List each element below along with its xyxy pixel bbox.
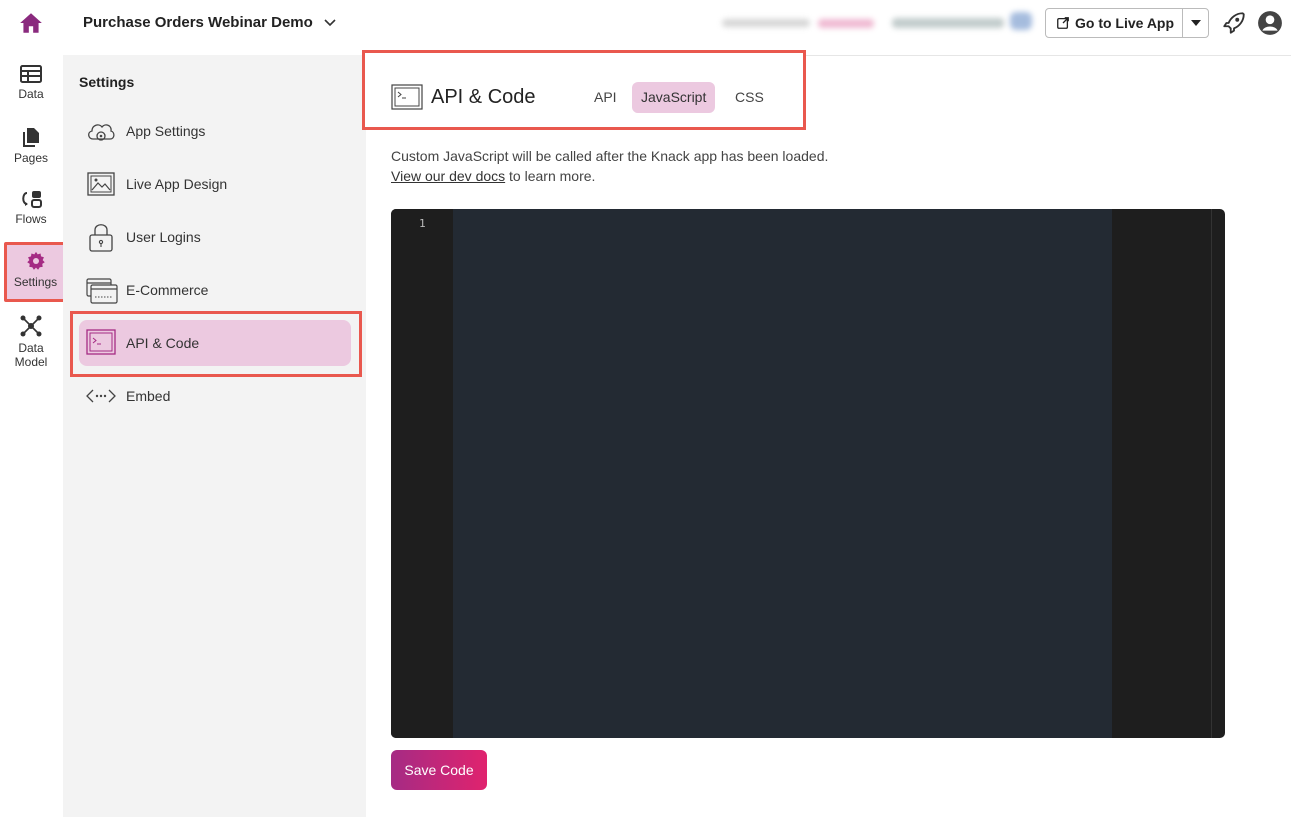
gear-icon <box>26 251 45 270</box>
external-link-icon <box>1057 17 1069 29</box>
rail-item-settings[interactable]: Settings <box>4 242 67 302</box>
editor-scrollbar[interactable] <box>1211 209 1212 738</box>
rail-item-pages[interactable]: Pages <box>0 127 62 165</box>
blurred-avatar <box>1010 12 1032 30</box>
save-code-button[interactable]: Save Code <box>391 750 487 790</box>
settings-sidebar: Settings App Settings Live App Design Us… <box>63 55 366 817</box>
page-title: API & Code <box>431 86 536 108</box>
description-rest: to learn more. <box>505 168 596 184</box>
highlight-frame <box>70 311 362 377</box>
rail-label: Data <box>18 87 44 101</box>
terminal-icon <box>391 84 423 110</box>
settings-item-label: E-Commerce <box>126 282 209 298</box>
app-title[interactable]: Purchase Orders Webinar Demo <box>83 14 313 31</box>
settings-heading: Settings <box>79 74 135 90</box>
rail-label: Pages <box>13 151 49 165</box>
description-text: View our dev docs to learn more. <box>391 168 595 184</box>
settings-item-app-settings[interactable]: App Settings <box>79 108 351 154</box>
go-to-live-app-label: Go to Live App <box>1075 15 1175 31</box>
table-icon <box>20 65 42 83</box>
flows-icon <box>22 191 42 208</box>
blurred-link <box>818 19 874 28</box>
settings-item-user-logins[interactable]: User Logins <box>79 214 351 260</box>
cloud-gear-icon <box>88 124 115 141</box>
rail-label: Flows <box>15 212 47 226</box>
blurred-text <box>722 19 810 27</box>
rail-label: Data Model <box>14 341 48 369</box>
tab-css[interactable]: CSS <box>726 82 773 113</box>
image-icon <box>87 172 115 196</box>
go-to-live-app-button[interactable]: Go to Live App <box>1045 8 1209 38</box>
rail-item-data-model[interactable]: Data Model <box>0 315 62 369</box>
rail-item-flows[interactable]: Flows <box>0 190 62 226</box>
description-text: Custom JavaScript will be called after t… <box>391 148 829 164</box>
tab-javascript[interactable]: JavaScript <box>632 82 716 113</box>
dev-docs-link[interactable]: View our dev docs <box>391 168 505 184</box>
home-icon[interactable] <box>18 10 44 36</box>
code-editor[interactable]: 1 <box>391 209 1225 738</box>
settings-item-embed[interactable]: Embed <box>79 373 351 419</box>
chevron-down-icon[interactable] <box>322 14 338 30</box>
caret-down-icon[interactable] <box>1189 18 1203 28</box>
settings-item-live-app-design[interactable]: Live App Design <box>79 161 351 207</box>
rocket-icon[interactable] <box>1221 10 1247 36</box>
lock-icon <box>89 224 113 252</box>
settings-item-label: Live App Design <box>126 176 228 192</box>
nav-rail: Data Pages Flows Settings Data Model <box>0 55 67 817</box>
top-bar: Purchase Orders Webinar Demo Go to Live … <box>0 0 1291 48</box>
settings-item-label: App Settings <box>126 123 206 139</box>
rail-item-data[interactable]: Data <box>0 65 62 101</box>
blurred-text <box>892 18 1004 28</box>
tab-api[interactable]: API <box>585 82 626 113</box>
settings-item-label: Embed <box>126 388 171 404</box>
button-divider <box>1182 9 1183 37</box>
data-model-icon <box>20 315 42 337</box>
settings-item-e-commerce[interactable]: E-Commerce <box>79 267 351 313</box>
user-account-icon[interactable] <box>1257 10 1283 36</box>
credit-card-icon <box>86 278 118 304</box>
editor-gutter: 1 <box>391 209 453 738</box>
rail-label: Settings <box>13 275 58 289</box>
settings-item-label: User Logins <box>126 229 201 245</box>
embed-icon <box>86 389 116 403</box>
line-number: 1 <box>419 217 426 230</box>
pages-icon <box>23 128 39 147</box>
code-input-area[interactable] <box>453 209 1112 738</box>
